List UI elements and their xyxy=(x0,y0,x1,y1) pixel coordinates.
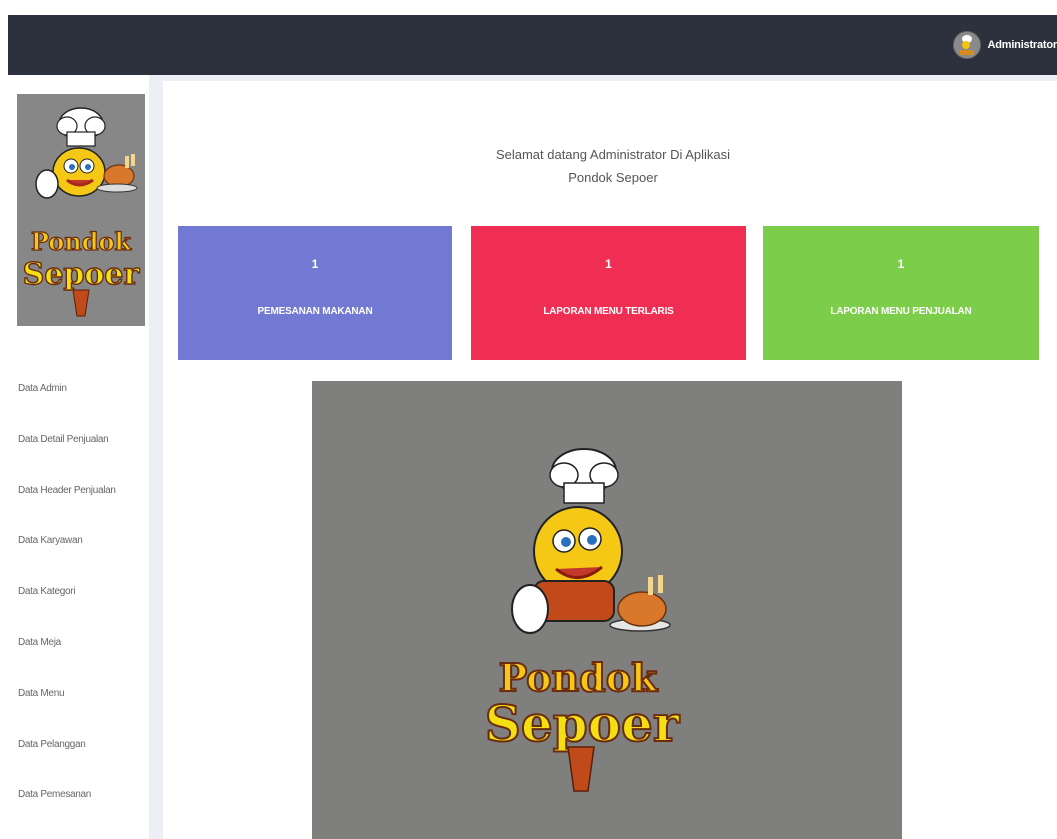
user-avatar-icon[interactable] xyxy=(953,31,982,59)
card-label: LAPORAN MENU TERLARIS xyxy=(543,306,674,317)
sidebar-item-data-menu[interactable]: Data Menu xyxy=(8,687,149,738)
pondok-sepoer-mascot-icon: Pondok Sepoer xyxy=(312,381,902,839)
card-count: 1 xyxy=(605,257,612,271)
pondok-sepoer-logo-icon: Pondok Sepoer xyxy=(17,94,145,326)
sidebar-nav: Data Admin Data Detail Penjualan Data He… xyxy=(8,382,149,839)
user-menu[interactable]: Administrator xyxy=(953,27,1057,63)
page-top-margin xyxy=(0,0,1057,15)
brand-banner-image: Pondok Sepoer xyxy=(312,381,902,839)
sidebar-item-data-header-penjualan[interactable]: Data Header Penjualan xyxy=(8,484,149,535)
sidebar-item-data-pelanggan[interactable]: Data Pelanggan xyxy=(8,738,149,789)
logo-text-pondok: Pondok xyxy=(31,227,133,256)
sidebar-item-data-karyawan[interactable]: Data Karyawan xyxy=(8,534,149,585)
content-gutter xyxy=(149,75,163,839)
user-name[interactable]: Administrator xyxy=(987,39,1057,51)
main-content: Selamat datang Administrator Di Aplikasi… xyxy=(163,81,1057,839)
card-label: PEMESANAN MAKANAN xyxy=(257,306,373,317)
sidebar-item-data-detail-penjualan[interactable]: Data Detail Penjualan xyxy=(8,433,149,484)
sidebar-item-data-kategori[interactable]: Data Kategori xyxy=(8,585,149,636)
sidebar-logo[interactable]: Pondok Sepoer xyxy=(17,94,145,326)
welcome-message: Selamat datang Administrator Di Aplikasi… xyxy=(453,143,773,189)
card-laporan-menu-terlaris[interactable]: 1 LAPORAN MENU TERLARIS xyxy=(471,226,746,360)
sidebar-item-data-admin[interactable]: Data Admin xyxy=(8,382,149,433)
card-count: 1 xyxy=(897,257,905,271)
welcome-line-1: Selamat datang Administrator Di Aplikasi xyxy=(495,147,731,162)
card-label: LAPORAN MENU PENJUALAN xyxy=(830,306,972,317)
logo-text-sepoer: Sepoer xyxy=(23,257,141,292)
card-pemesanan-makanan[interactable]: 1 PEMESANAN MAKANAN xyxy=(178,226,452,360)
banner-text-sepoer: Sepoer xyxy=(485,694,680,753)
welcome-line-2: Pondok Sepoer xyxy=(568,170,658,185)
sidebar-item-data-meja[interactable]: Data Meja xyxy=(8,636,149,687)
top-navbar: Administrator xyxy=(8,15,1057,75)
card-count: 1 xyxy=(311,257,319,271)
sidebar: Pondok Sepoer Data Admin Data Detail Pen… xyxy=(8,75,149,839)
sidebar-item-data-pemesanan[interactable]: Data Pemesanan xyxy=(8,788,149,839)
card-laporan-menu-penjualan[interactable]: 1 LAPORAN MENU PENJUALAN xyxy=(763,226,1039,360)
